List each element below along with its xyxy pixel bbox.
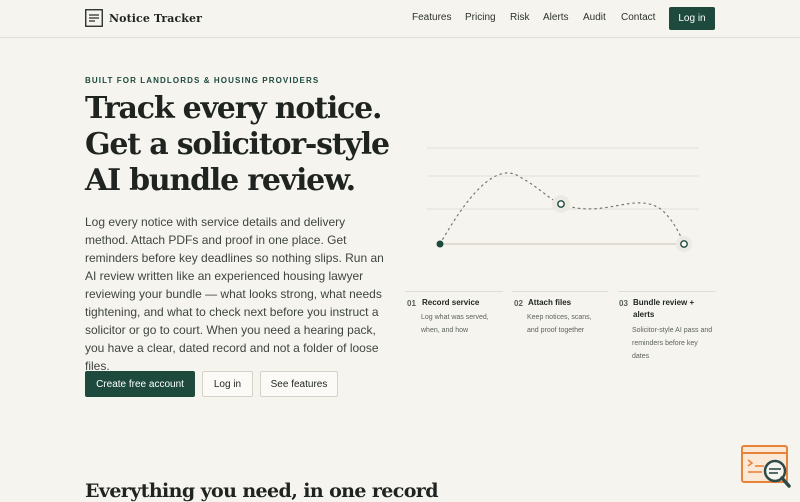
nav-link-pricing[interactable]: Pricing [465, 12, 496, 23]
document-lines-icon [85, 9, 103, 27]
timeline-end-dot [680, 240, 688, 248]
step-number: 03 [619, 299, 628, 308]
step-title: Record service [422, 298, 480, 307]
step-title: Bundle review + alerts [633, 298, 695, 319]
timeline-mid-dot [557, 200, 565, 208]
step-title: Attach files [528, 298, 572, 307]
headline-line: Get a solicitor-style [85, 127, 390, 162]
brand-logo[interactable]: Notice Tracker [85, 9, 202, 27]
timeline-start-dot [436, 240, 444, 248]
hero-description: Log every notice with service details an… [85, 215, 384, 373]
step-description: Keep notices, scans, and proof together [527, 314, 592, 334]
nav-link-risk[interactable]: Risk [510, 12, 529, 23]
timeline-illustration [427, 147, 699, 252]
headline-line: AI bundle review. [85, 163, 356, 198]
nav-link-contact[interactable]: Contact [621, 12, 655, 23]
login-button[interactable]: Log in [669, 7, 715, 30]
headline-line: Track every notice. [85, 91, 382, 126]
step-divider [405, 291, 503, 292]
hero-headline: Track every notice. Get a solicitor-styl… [85, 91, 405, 199]
top-nav: Notice Tracker Features Pricing Risk Ale… [0, 0, 800, 38]
features-section-title: Everything you need, in one record [85, 480, 439, 502]
step-number: 01 [407, 299, 416, 308]
create-account-button[interactable]: Create free account [85, 371, 195, 397]
nav-link-alerts[interactable]: Alerts [543, 12, 569, 23]
step-description: Log what was served, when, and how [421, 314, 489, 334]
see-features-button[interactable]: See features [260, 371, 338, 397]
hero-login-button[interactable]: Log in [202, 371, 253, 397]
step-description: Solicitor-style AI pass and reminders be… [632, 327, 713, 360]
step-divider [512, 291, 608, 292]
nav-link-audit[interactable]: Audit [583, 12, 606, 23]
brand-name: Notice Tracker [109, 11, 202, 25]
nav-link-features[interactable]: Features [412, 12, 451, 23]
document-search-widget-icon[interactable] [740, 444, 792, 492]
step-number: 02 [514, 299, 523, 308]
hero-eyebrow: BUILT FOR LANDLORDS & HOUSING PROVIDERS [85, 76, 320, 85]
step-divider [618, 291, 716, 292]
